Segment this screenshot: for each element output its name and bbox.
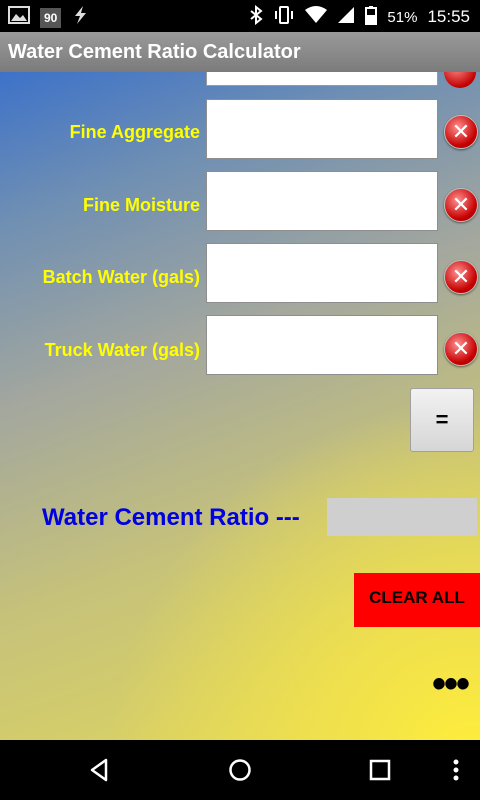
clear-x-icon: ✕ — [451, 192, 471, 217]
wifi-icon — [305, 6, 328, 28]
partial-clear-icon[interactable] — [444, 72, 476, 88]
clear-x-icon: ✕ — [451, 264, 471, 289]
status-right: 51% 15:55 — [249, 4, 470, 29]
bluetooth-icon — [249, 4, 264, 29]
calculate-button[interactable]: = — [410, 388, 474, 452]
clear-fine-aggregate-button[interactable]: ✕ — [444, 115, 478, 149]
vibrate-icon — [273, 5, 295, 29]
batch-water-input[interactable] — [206, 243, 438, 303]
battery-icon — [365, 5, 378, 29]
water-cement-ratio-output — [327, 498, 477, 536]
clock: 15:55 — [427, 7, 470, 26]
fine-moisture-label: Fine Moisture — [82, 195, 200, 215]
app-title-bar: Water Cement Ratio Calculator — [0, 32, 480, 72]
partial-input-field[interactable] — [206, 72, 438, 86]
recents-icon[interactable] — [366, 756, 394, 784]
more-options-button[interactable]: ••• — [432, 664, 470, 704]
clear-x-icon: ✕ — [451, 336, 471, 361]
fine-aggregate-input[interactable] — [206, 99, 438, 159]
fine-moisture-input[interactable] — [206, 171, 438, 231]
app-title: Water Cement Ratio Calculator — [8, 41, 301, 63]
clear-batch-water-button[interactable]: ✕ — [444, 260, 478, 294]
badge-90: 90 — [40, 7, 62, 28]
truck-water-label: Truck Water (gals) — [44, 340, 200, 360]
truck-water-input[interactable] — [206, 315, 438, 375]
batch-water-label: Batch Water (gals) — [42, 267, 200, 287]
status-bar: 90 51% 15:55 — [0, 0, 480, 32]
lightning-icon — [71, 5, 89, 30]
status-left: 90 — [8, 5, 89, 30]
signal-icon — [337, 6, 355, 28]
navigation-bar — [0, 740, 480, 800]
clear-x-icon: ✕ — [451, 119, 471, 144]
clear-all-button[interactable]: CLEAR ALL — [354, 573, 480, 627]
home-icon[interactable] — [226, 756, 254, 784]
calculator-content[interactable]: Fine Aggregate ✕ Fine Moisture ✕ Batch W… — [0, 72, 480, 740]
battery-percent: 51% — [387, 8, 418, 26]
clear-truck-water-button[interactable]: ✕ — [444, 332, 478, 366]
fine-aggregate-label: Fine Aggregate — [69, 122, 200, 142]
water-cement-ratio-label: Water Cement Ratio --- — [42, 504, 300, 531]
clear-fine-moisture-button[interactable]: ✕ — [444, 188, 478, 222]
overflow-menu-icon[interactable] — [446, 756, 474, 784]
back-icon[interactable] — [86, 756, 114, 784]
image-notification-icon — [8, 6, 30, 29]
